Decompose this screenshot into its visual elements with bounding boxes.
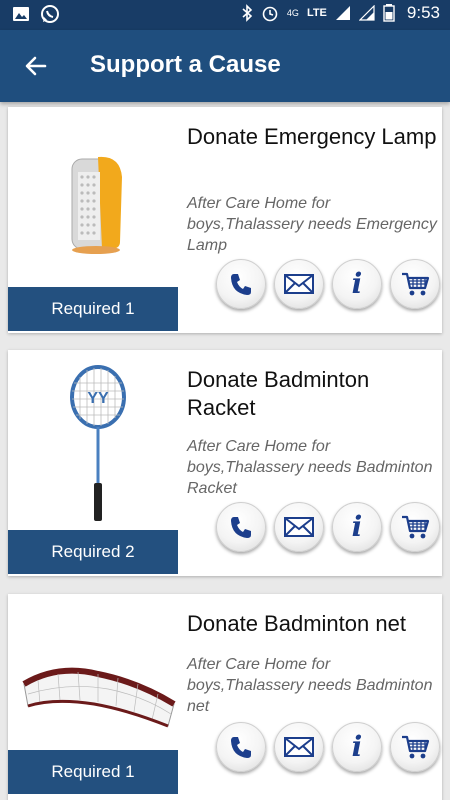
back-button[interactable] [18,48,54,84]
mail-icon [284,274,314,294]
emergency-lamp-icon [71,156,122,254]
info-icon: i [351,510,363,543]
clock: 9:53 [406,3,440,22]
action-buttons: i [216,259,440,309]
cart-icon [402,515,430,539]
cart-icon [402,272,430,296]
image-notification-icon [13,7,29,21]
cause-image: YY [18,360,178,530]
cause-image [18,117,178,287]
call-button[interactable] [216,502,266,552]
cause-title: Donate Badminton Racket [187,367,370,420]
bluetooth-icon [242,4,253,22]
call-button[interactable] [216,259,266,309]
system-icons: 4G LTE 9:53 [241,3,440,23]
action-buttons: i [216,722,440,772]
signal-icon [335,6,350,20]
action-buttons: i [216,502,440,552]
network-gen-label: 4G [286,8,299,18]
cart-icon [402,735,430,759]
call-button[interactable] [216,722,266,772]
cart-button[interactable] [390,502,440,552]
email-button[interactable] [274,502,324,552]
whatsapp-icon [41,5,59,23]
phone-icon [231,274,251,295]
page-title: Support a Cause [90,51,281,78]
cause-description: After Care Home for boys,Thalassery need… [187,656,433,715]
cause-card[interactable]: YY Donate Badminton Racket After Care Ho… [8,350,442,576]
required-badge: Required 1 [8,287,178,331]
email-button[interactable] [274,722,324,772]
cause-description: After Care Home for boys,Thalassery need… [187,438,433,497]
info-button[interactable]: i [332,259,382,309]
notification-icons [12,4,60,24]
battery-icon [383,4,395,22]
alarm-icon [262,6,278,22]
required-badge: Required 2 [8,530,178,574]
info-icon: i [351,267,363,300]
app-bar: Support a Cause [0,30,450,102]
cause-card[interactable]: Donate Emergency Lamp After Care Home fo… [8,107,442,333]
mail-icon [284,737,314,757]
info-icon: i [351,730,363,763]
mail-icon [284,517,314,537]
cause-card[interactable]: Donate Badminton net After Care Home for… [8,594,442,800]
info-button[interactable]: i [332,502,382,552]
phone-icon [231,517,251,538]
svg-text:YY: YY [87,390,109,407]
network-type-label: LTE [306,7,327,19]
phone-icon [231,737,251,758]
cart-button[interactable] [390,259,440,309]
cause-title: Donate Badminton net [187,611,406,636]
cause-title: Donate Emergency Lamp [187,124,437,149]
arrow-left-icon [25,56,47,76]
info-button[interactable]: i [332,722,382,772]
badminton-racket-icon: YY [70,364,126,521]
cause-description: After Care Home for boys,Thalassery need… [187,195,437,254]
required-badge: Required 1 [8,750,178,794]
cart-button[interactable] [390,722,440,772]
status-bar: 4G LTE 9:53 [0,0,450,30]
signal-icon-2 [358,5,375,21]
badminton-net-icon [22,667,176,728]
email-button[interactable] [274,259,324,309]
cause-image [18,604,178,774]
